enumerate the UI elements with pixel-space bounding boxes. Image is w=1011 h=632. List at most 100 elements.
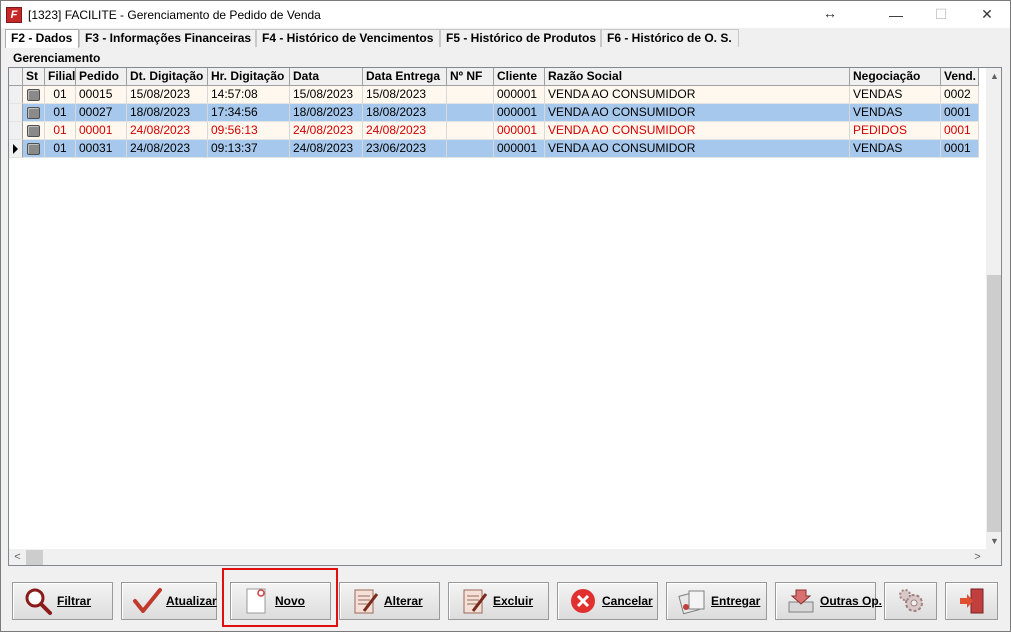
table-row[interactable]: 01 00031 24/08/2023 09:13:37 24/08/2023 …	[9, 140, 979, 158]
deliver-icon	[677, 586, 707, 616]
status-checkbox[interactable]	[23, 122, 45, 140]
tab-historico-os[interactable]: F6 - Histórico de O. S.	[601, 29, 739, 47]
cell-razao-social: VENDA AO CONSUMIDOR	[545, 122, 850, 140]
status-checkbox[interactable]	[23, 86, 45, 104]
header-data-entrega[interactable]: Data Entrega	[363, 68, 447, 86]
cell-negociacao: VENDAS	[850, 104, 941, 122]
cell-dt-digitacao: 18/08/2023	[127, 104, 208, 122]
tab-informacoes-financeiras[interactable]: F3 - Informações Financeiras	[79, 29, 256, 47]
cell-vend: 0001	[941, 122, 979, 140]
cell-filial: 01	[45, 122, 76, 140]
cell-filial: 01	[45, 104, 76, 122]
cell-razao-social: VENDA AO CONSUMIDOR	[545, 104, 850, 122]
filtrar-button[interactable]: Filtrar	[12, 582, 113, 620]
orders-grid[interactable]: St Filial Pedido Dt. Digitação Hr. Digit…	[8, 67, 1002, 566]
header-hr-digitacao[interactable]: Hr. Digitação	[208, 68, 290, 86]
cell-dt-digitacao: 15/08/2023	[127, 86, 208, 104]
tab-strip: F2 - Dados F3 - Informações Financeiras …	[5, 29, 739, 48]
table-row[interactable]: 01 00027 18/08/2023 17:34:56 18/08/2023 …	[9, 104, 979, 122]
cell-pedido: 00031	[76, 140, 127, 158]
close-button[interactable]: ✕	[964, 1, 1010, 28]
action-toolbar: Filtrar Atualizar Novo Alterar Excluir C…	[1, 576, 1010, 628]
header-negociacao[interactable]: Negociação	[850, 68, 941, 86]
cell-pedido: 00027	[76, 104, 127, 122]
entregar-button[interactable]: Entregar	[666, 582, 767, 620]
cell-hr-digitacao: 09:13:37	[208, 140, 290, 158]
cell-filial: 01	[45, 140, 76, 158]
cell-data: 18/08/2023	[290, 104, 363, 122]
alterar-button[interactable]: Alterar	[339, 582, 440, 620]
tab-historico-produtos[interactable]: F5 - Histórico de Produtos	[440, 29, 601, 47]
header-dt-digitacao[interactable]: Dt. Digitação	[127, 68, 208, 86]
table-row[interactable]: 01 00015 15/08/2023 14:57:08 15/08/2023 …	[9, 86, 979, 104]
excluir-label: Excluir	[493, 594, 534, 608]
cell-negociacao: VENDAS	[850, 86, 941, 104]
vertical-scroll-thumb[interactable]	[987, 275, 1001, 532]
vertical-scrollbar[interactable]: ▲ ▼	[986, 68, 1001, 550]
outras-op-button[interactable]: Outras Op.	[775, 582, 882, 620]
exit-button[interactable]	[945, 582, 998, 620]
scroll-left-icon[interactable]: <	[9, 549, 26, 565]
edit-document-icon	[350, 586, 380, 616]
cancelar-button[interactable]: Cancelar	[557, 582, 658, 620]
grid-header: St Filial Pedido Dt. Digitação Hr. Digit…	[9, 68, 979, 86]
cell-razao-social: VENDA AO CONSUMIDOR	[545, 140, 850, 158]
delete-document-icon	[459, 586, 489, 616]
header-vend[interactable]: Vend.	[941, 68, 979, 86]
minimize-button[interactable]: —	[873, 1, 919, 28]
cell-pedido: 00001	[76, 122, 127, 140]
settings-button[interactable]	[884, 582, 937, 620]
cell-dt-digitacao: 24/08/2023	[127, 140, 208, 158]
header-pedido[interactable]: Pedido	[76, 68, 127, 86]
cell-data: 24/08/2023	[290, 122, 363, 140]
cell-dt-digitacao: 24/08/2023	[127, 122, 208, 140]
horizontal-scroll-thumb[interactable]	[26, 550, 43, 565]
header-filial[interactable]: Filial	[45, 68, 76, 86]
row-indicator	[9, 86, 23, 104]
resize-arrows-icon[interactable]: ↔	[823, 5, 837, 21]
status-checkbox[interactable]	[23, 140, 45, 158]
tab-historico-vencimentos[interactable]: F4 - Histórico de Vencimentos	[256, 29, 440, 47]
cell-cliente: 000001	[494, 104, 545, 122]
scroll-up-icon[interactable]: ▲	[986, 68, 1001, 85]
row-indicator	[9, 122, 23, 140]
cell-pedido: 00015	[76, 86, 127, 104]
scroll-down-icon[interactable]: ▼	[986, 533, 1001, 550]
header-cliente[interactable]: Cliente	[494, 68, 545, 86]
status-box-icon	[27, 88, 40, 101]
horizontal-scrollbar[interactable]: < >	[9, 549, 986, 565]
excluir-button[interactable]: Excluir	[448, 582, 549, 620]
cell-cliente: 000001	[494, 122, 545, 140]
header-indicator	[9, 68, 23, 86]
checkmark-icon	[132, 586, 162, 616]
cell-data-entrega: 15/08/2023	[363, 86, 447, 104]
status-box-icon	[27, 106, 40, 119]
cell-filial: 01	[45, 86, 76, 104]
other-options-icon	[786, 586, 816, 616]
header-razao-social[interactable]: Razão Social	[545, 68, 850, 86]
cell-data: 15/08/2023	[290, 86, 363, 104]
status-checkbox[interactable]	[23, 104, 45, 122]
maximize-button[interactable]: ☐	[918, 1, 964, 28]
table-row[interactable]: 01 00001 24/08/2023 09:56:13 24/08/2023 …	[9, 122, 979, 140]
scroll-right-icon[interactable]: >	[969, 549, 986, 565]
title-bar: F [1323] FACILITE - Gerenciamento de Ped…	[1, 1, 1010, 28]
cell-data-entrega: 18/08/2023	[363, 104, 447, 122]
header-st[interactable]: St	[23, 68, 45, 86]
cell-data-entrega: 24/08/2023	[363, 122, 447, 140]
tab-dados[interactable]: F2 - Dados	[5, 29, 79, 48]
cell-hr-digitacao: 14:57:08	[208, 86, 290, 104]
magnifier-icon	[23, 586, 53, 616]
atualizar-label: Atualizar	[166, 594, 217, 608]
app-logo-icon: F	[6, 6, 22, 23]
cell-negociacao: PEDIDOS	[850, 122, 941, 140]
current-row-pointer-icon	[13, 143, 18, 154]
header-data[interactable]: Data	[290, 68, 363, 86]
header-nf[interactable]: Nº NF	[447, 68, 494, 86]
atualizar-button[interactable]: Atualizar	[121, 582, 217, 620]
cell-nf	[447, 140, 494, 158]
cell-data-entrega: 23/06/2023	[363, 140, 447, 158]
row-indicator	[9, 140, 23, 158]
cell-razao-social: VENDA AO CONSUMIDOR	[545, 86, 850, 104]
cell-vend: 0001	[941, 104, 979, 122]
